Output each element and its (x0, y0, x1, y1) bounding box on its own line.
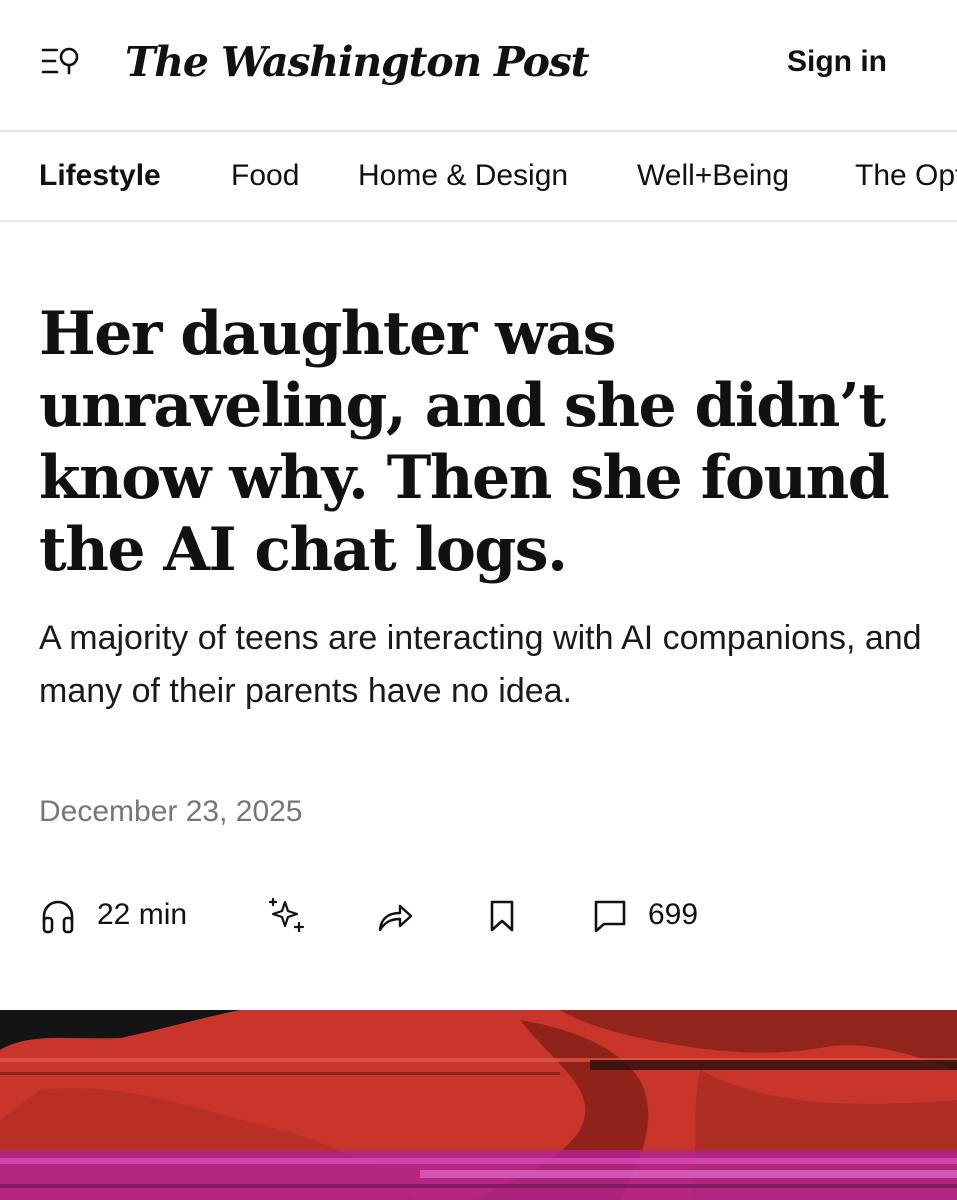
hero-image (0, 1010, 957, 1200)
bookmark-button[interactable] (487, 892, 517, 938)
tab-lifestyle[interactable]: Lifestyle (39, 132, 161, 220)
section-nav: Lifestyle Food Home & Design Well+Being … (0, 132, 957, 222)
bookmark-icon (490, 900, 514, 932)
share-arrow-icon (378, 904, 413, 932)
comments-button[interactable] (592, 892, 628, 938)
top-bar: The Washington Post Sign in (0, 0, 957, 132)
tab-food[interactable]: Food (231, 132, 299, 220)
subheadline: A majority of teens are interacting with… (39, 619, 922, 710)
publish-date: December 23, 2025 (39, 795, 303, 828)
comments-count[interactable]: 699 (648, 892, 698, 938)
listen-duration[interactable]: 22 min (97, 892, 187, 938)
wapo-logo[interactable]: The Washington Post (125, 30, 590, 94)
headphones-icon (42, 900, 74, 934)
article-actions: 22 min 699 (0, 880, 957, 950)
tab-home-design[interactable]: Home & Design (358, 132, 568, 220)
sparkles-icon (268, 897, 305, 933)
share-button[interactable] (376, 892, 414, 938)
menu-search-button[interactable] (40, 42, 84, 82)
hero-illustration (0, 1010, 957, 1200)
tab-the-opt[interactable]: The Opt (855, 132, 957, 220)
tab-well-being[interactable]: Well+Being (637, 132, 789, 220)
listen-button[interactable] (40, 892, 76, 938)
sign-in-button[interactable]: Sign in (787, 40, 887, 84)
ai-summary-button[interactable] (268, 892, 308, 938)
headline: Her daughter was unraveling, and she did… (39, 299, 890, 585)
comment-icon (594, 900, 626, 933)
menu-search-icon (41, 47, 79, 75)
